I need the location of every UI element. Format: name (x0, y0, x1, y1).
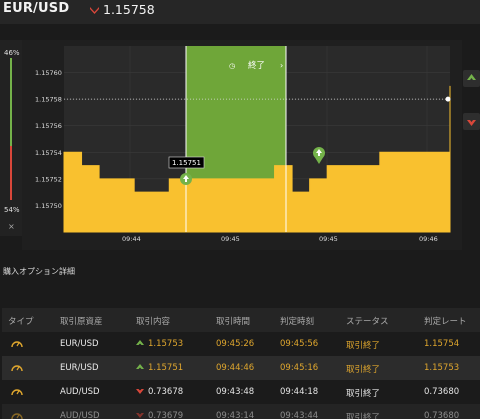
close-icon[interactable]: × (8, 222, 15, 231)
table-row[interactable]: AUD/USD 0.73678 09:43:48 09:44:18 取引終了 0.7368… (2, 380, 480, 404)
x-tick-label: 09:45 (221, 235, 240, 243)
current-price: 1.15758 (103, 2, 155, 17)
section-title: 購入オプション詳細 (3, 267, 75, 276)
sentiment-meter: 46% 54% × (0, 40, 22, 236)
gauge-icon (10, 385, 24, 402)
rate-cell: 1.15751 (136, 363, 183, 373)
asset-cell: AUD/USD (60, 411, 100, 419)
entry-marker-label: 1.15751 (172, 159, 201, 167)
judge-time-cell: 09:45:16 (280, 363, 319, 373)
x-tick-label: 09:44 (122, 235, 141, 243)
status-cell: 取引終了 (346, 413, 381, 419)
status-cell: 取引終了 (346, 341, 381, 351)
col-type: タイプ (8, 317, 34, 327)
down-bar (10, 146, 12, 200)
down-arrow-icon (136, 389, 144, 394)
rate-value: 1.15751 (148, 363, 184, 373)
time-cell: 09:44:46 (216, 363, 255, 373)
judge-time-cell: 09:44:18 (280, 387, 319, 397)
x-tick-label: 09:46 (419, 235, 438, 243)
call-button[interactable] (463, 70, 480, 87)
y-tick-label: 1.15760 (35, 69, 62, 77)
asset-cell: EUR/USD (60, 339, 99, 349)
table-row[interactable]: EUR/USD 1.15753 09:45:26 09:45:56 取引終了 1.1575… (2, 332, 480, 356)
time-cell: 09:43:14 (216, 411, 255, 419)
time-cell: 09:43:48 (216, 387, 255, 397)
up-percentage: 46% (4, 49, 20, 57)
y-tick-label: 1.15752 (35, 175, 62, 183)
call-arrow-icon (467, 74, 476, 80)
currency-pair[interactable]: EUR/USD (3, 1, 69, 16)
col-time: 取引時間 (216, 317, 251, 327)
up-arrow-icon (136, 364, 144, 369)
clock-icon: ◷ (229, 62, 236, 70)
put-button[interactable] (463, 113, 480, 130)
option-status: 終了 (248, 60, 265, 71)
gauge-icon (10, 361, 24, 378)
rate-value: 0.73678 (148, 387, 184, 397)
y-tick-label: 1.15758 (35, 96, 62, 104)
entry-marker-icon (180, 173, 192, 185)
price-down-icon (90, 7, 99, 14)
rate-value: 1.15753 (148, 339, 184, 349)
down-arrow-icon (136, 413, 144, 418)
status-cell: 取引終了 (346, 365, 381, 375)
y-tick-label: 1.15750 (35, 202, 62, 210)
price-chart: ◷ 終了 › 1.15760 1.15758 1.15756 1.15754 1.157… (22, 40, 462, 250)
table-header: タイプ 取引原資産 取引内容 取引時間 判定時刻 ステータス 判定レート (2, 308, 480, 332)
rate-cell: 0.73678 (136, 387, 183, 397)
up-bar (10, 58, 12, 146)
col-asset: 取引原資産 (60, 317, 103, 327)
col-status: ステータス (346, 317, 389, 327)
rate-value: 0.73679 (148, 411, 184, 419)
current-price-dot (445, 96, 451, 102)
option-arrow-icon: › (280, 61, 283, 70)
rate-cell: 1.15753 (136, 339, 183, 349)
asset-cell: AUD/USD (60, 387, 100, 397)
col-final-rate: 判定レート (424, 317, 467, 327)
judge-time-cell: 09:45:56 (280, 339, 319, 349)
final-rate-cell: 1.15753 (424, 363, 460, 373)
final-rate-cell: 0.73680 (424, 387, 460, 397)
y-tick-label: 1.15754 (35, 149, 62, 157)
header-bar: EUR/USD 1.15758 (0, 0, 480, 24)
asset-cell: EUR/USD (60, 363, 99, 373)
gauge-icon (10, 337, 24, 354)
gauge-icon (10, 409, 24, 419)
status-cell: 取引終了 (346, 389, 381, 399)
final-rate-cell: 0.73680 (424, 411, 460, 419)
time-cell: 09:45:26 (216, 339, 255, 349)
table-row[interactable]: AUD/USD 0.73679 09:43:14 09:43:44 取引終了 0.7368… (2, 404, 480, 419)
judge-time-cell: 09:43:44 (280, 411, 319, 419)
x-tick-label: 09:45 (319, 235, 338, 243)
put-arrow-icon (467, 120, 476, 126)
table-row[interactable]: EUR/USD 1.15751 09:44:46 09:45:16 取引終了 1.1575… (2, 356, 480, 380)
down-percentage: 54% (4, 206, 20, 214)
col-rate: 取引内容 (136, 317, 171, 327)
rate-cell: 0.73679 (136, 411, 183, 419)
up-arrow-icon (136, 340, 144, 345)
y-tick-label: 1.15756 (35, 122, 62, 130)
col-judge-time: 判定時刻 (280, 317, 315, 327)
options-table: タイプ 取引原資産 取引内容 取引時間 判定時刻 ステータス 判定レート EUR… (2, 308, 480, 419)
final-rate-cell: 1.15754 (424, 339, 460, 349)
